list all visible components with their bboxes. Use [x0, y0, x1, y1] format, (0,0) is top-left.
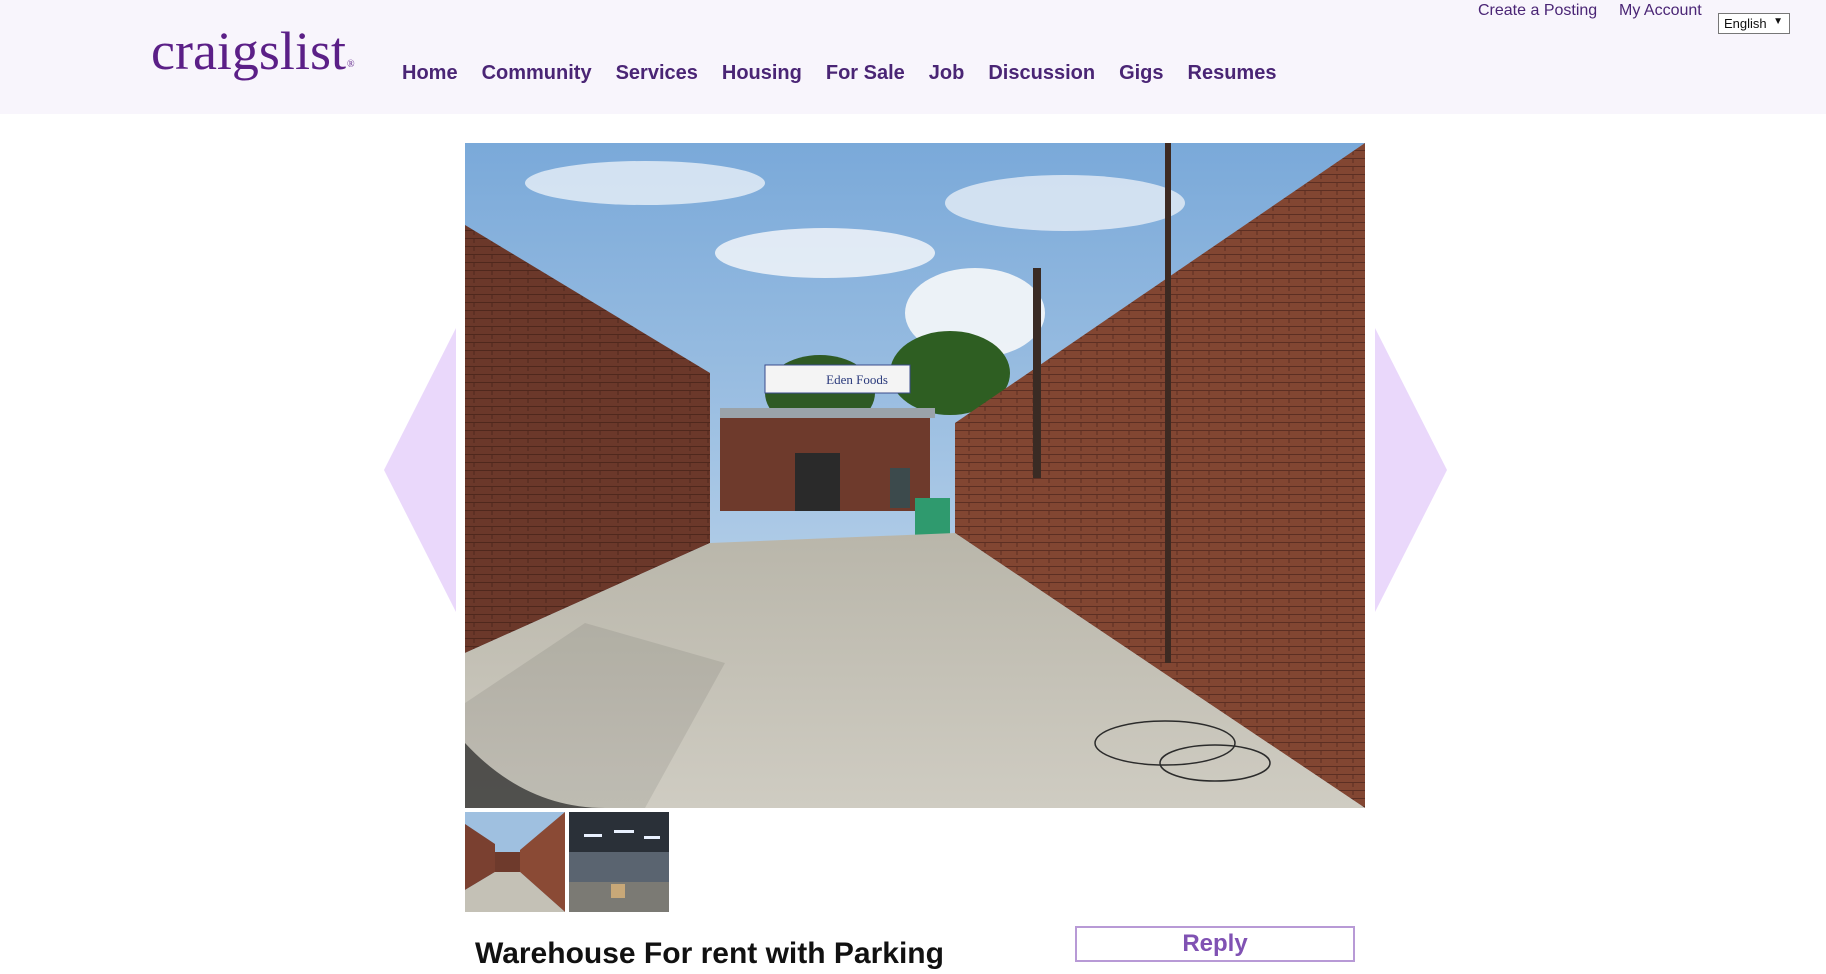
logo-text: craigslist — [151, 21, 346, 81]
language-select-value: English — [1724, 16, 1767, 31]
svg-text:Eden Foods: Eden Foods — [826, 372, 888, 387]
thumbnail-alley-image — [465, 812, 565, 912]
logo-registered-mark: ® — [346, 59, 355, 70]
chevron-down-icon: ▼ — [1773, 16, 1783, 27]
next-image-arrow[interactable] — [1375, 328, 1447, 612]
nav-for-sale[interactable]: For Sale — [814, 58, 917, 88]
create-posting-link[interactable]: Create a Posting — [1478, 0, 1597, 22]
warehouse-alley-photo: Eden Foods — [465, 143, 1365, 808]
nav-services[interactable]: Services — [604, 58, 710, 88]
language-select[interactable]: English ▼ — [1718, 13, 1790, 34]
main-nav: Home Community Services Housing For Sale… — [390, 58, 1288, 88]
listing-title: Warehouse For rent with Parking — [475, 937, 944, 970]
reply-button[interactable]: Reply — [1075, 926, 1355, 962]
nav-community[interactable]: Community — [470, 58, 604, 88]
thumbnail-2[interactable] — [569, 812, 669, 912]
nav-gigs[interactable]: Gigs — [1107, 58, 1175, 88]
previous-image-arrow[interactable] — [384, 328, 456, 612]
nav-job[interactable]: Job — [917, 58, 977, 88]
my-account-link[interactable]: My Account — [1619, 0, 1702, 22]
thumbnail-warehouse-interior-image — [569, 812, 669, 912]
nav-housing[interactable]: Housing — [710, 58, 814, 88]
thumbnail-1[interactable] — [465, 812, 565, 912]
main-listing-photo: Eden Foods — [465, 143, 1365, 808]
craigslist-logo[interactable]: craigslist® — [151, 16, 355, 86]
site-header: craigslist® Home Community Services Hous… — [0, 0, 1826, 114]
nav-resumes[interactable]: Resumes — [1176, 58, 1289, 88]
nav-home[interactable]: Home — [390, 58, 470, 88]
nav-discussion[interactable]: Discussion — [976, 58, 1107, 88]
